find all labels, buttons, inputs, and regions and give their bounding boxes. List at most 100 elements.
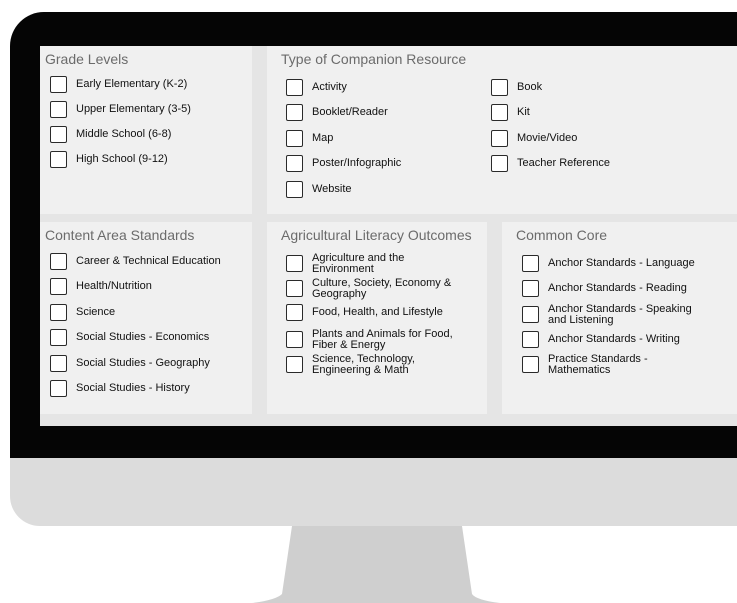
- checkbox-option[interactable]: Science, Technology, Engineering & Math: [286, 354, 462, 375]
- checkbox[interactable]: [50, 355, 67, 372]
- checkbox[interactable]: [286, 181, 303, 198]
- checkbox-option[interactable]: Website: [286, 181, 352, 198]
- checkbox[interactable]: [50, 126, 67, 143]
- checkbox[interactable]: [50, 329, 67, 346]
- checkbox[interactable]: [522, 255, 539, 272]
- checkbox[interactable]: [522, 331, 539, 348]
- checkbox-option[interactable]: Map: [286, 130, 333, 147]
- ag-literacy-panel: Agricultural Literacy Outcomes Agricultu…: [267, 222, 487, 414]
- option-label: Teacher Reference: [517, 157, 610, 169]
- monitor-stand: [252, 526, 500, 603]
- checkbox[interactable]: [491, 79, 508, 96]
- option-label: Anchor Standards - Speaking and Listenin…: [548, 303, 692, 326]
- checkbox-option[interactable]: Science: [50, 304, 115, 321]
- checkbox[interactable]: [286, 255, 303, 272]
- checkbox-option[interactable]: Anchor Standards - Writing: [522, 331, 680, 348]
- checkbox[interactable]: [286, 130, 303, 147]
- option-label: Booklet/Reader: [312, 106, 388, 118]
- option-label: Science, Technology, Engineering & Math: [312, 353, 415, 376]
- checkbox-option[interactable]: Kit: [491, 104, 530, 121]
- checkbox[interactable]: [491, 155, 508, 172]
- monitor-chin: [10, 458, 737, 526]
- checkbox-option[interactable]: Plants and Animals for Food, Fiber & Ene…: [286, 329, 462, 350]
- checkbox[interactable]: [286, 304, 303, 321]
- checkbox-option[interactable]: Social Studies - Economics: [50, 329, 209, 346]
- checkbox[interactable]: [50, 278, 67, 295]
- checkbox[interactable]: [50, 253, 67, 270]
- option-label: Book: [517, 81, 543, 93]
- option-label: Health/Nutrition: [76, 280, 152, 292]
- companion-resource-panel: Type of Companion Resource Activity Book…: [267, 46, 737, 214]
- checkbox-option[interactable]: Early Elementary (K-2): [50, 76, 187, 93]
- option-label: Activity: [312, 81, 347, 93]
- option-label: Plants and Animals for Food, Fiber & Ene…: [312, 328, 453, 351]
- checkbox[interactable]: [522, 306, 539, 323]
- option-label: Movie/Video: [517, 132, 578, 144]
- checkbox-option[interactable]: Anchor Standards - Speaking and Listenin…: [522, 304, 698, 325]
- checkbox-option[interactable]: Teacher Reference: [491, 155, 610, 172]
- option-label: Map: [312, 132, 334, 144]
- checkbox[interactable]: [50, 304, 67, 321]
- option-label: Kit: [517, 106, 530, 118]
- checkbox[interactable]: [286, 79, 303, 96]
- panel-title: Common Core: [516, 227, 608, 243]
- grade-levels-panel: Grade Levels Early Elementary (K-2) Uppe…: [40, 46, 252, 214]
- option-label: Early Elementary (K-2): [76, 78, 188, 90]
- filter-screen: Grade Levels Early Elementary (K-2) Uppe…: [40, 46, 737, 426]
- checkbox[interactable]: [50, 76, 67, 93]
- option-label: Social Studies - History: [76, 382, 190, 394]
- checkbox-option[interactable]: Anchor Standards - Language: [522, 255, 695, 272]
- option-label: Social Studies - Geography: [76, 357, 210, 369]
- checkbox-option[interactable]: Practice Standards - Mathematics: [522, 354, 698, 375]
- checkbox[interactable]: [286, 104, 303, 121]
- checkbox-option[interactable]: Food, Health, and Lifestyle: [286, 304, 443, 321]
- panel-title: Content Area Standards: [45, 227, 195, 243]
- checkbox-option[interactable]: High School (9-12): [50, 151, 168, 168]
- option-label: Agriculture and the Environment: [312, 252, 405, 275]
- option-label: Middle School (6-8): [76, 128, 172, 140]
- checkbox-option[interactable]: Activity: [286, 79, 347, 96]
- checkbox-option[interactable]: Social Studies - Geography: [50, 355, 210, 372]
- option-label: Social Studies - Economics: [76, 331, 210, 343]
- option-label: High School (9-12): [76, 153, 168, 165]
- panel-title: Type of Companion Resource: [281, 51, 467, 67]
- option-label: Anchor Standards - Writing: [548, 333, 680, 345]
- option-label: Culture, Society, Economy & Geography: [312, 277, 452, 300]
- option-label: Food, Health, and Lifestyle: [312, 306, 443, 318]
- option-label: Career & Technical Education: [76, 255, 221, 267]
- common-core-panel: Common Core Anchor Standards - Language …: [502, 222, 737, 414]
- checkbox[interactable]: [522, 356, 539, 373]
- panel-title: Agricultural Literacy Outcomes: [281, 227, 472, 243]
- checkbox[interactable]: [50, 151, 67, 168]
- option-label: Anchor Standards - Language: [548, 257, 695, 269]
- checkbox-option[interactable]: Social Studies - History: [50, 380, 190, 397]
- checkbox[interactable]: [50, 101, 67, 118]
- checkbox[interactable]: [286, 331, 303, 348]
- checkbox[interactable]: [286, 155, 303, 172]
- checkbox-option[interactable]: Poster/Infographic: [286, 155, 401, 172]
- checkbox-option[interactable]: Career & Technical Education: [50, 253, 221, 270]
- panel-title: Grade Levels: [45, 51, 129, 67]
- checkbox[interactable]: [522, 280, 539, 297]
- content-area-panel: Content Area Standards Career & Technica…: [40, 222, 252, 414]
- checkbox-option[interactable]: Middle School (6-8): [50, 126, 171, 143]
- checkbox[interactable]: [491, 104, 508, 121]
- option-label: Practice Standards - Mathematics: [548, 353, 648, 376]
- checkbox-option[interactable]: Upper Elementary (3-5): [50, 101, 191, 118]
- checkbox[interactable]: [491, 130, 508, 147]
- checkbox-option[interactable]: Culture, Society, Economy & Geography: [286, 278, 462, 299]
- option-label: Poster/Infographic: [312, 157, 402, 169]
- option-label: Anchor Standards - Reading: [548, 282, 687, 294]
- checkbox-option[interactable]: Movie/Video: [491, 130, 577, 147]
- checkbox-option[interactable]: Anchor Standards - Reading: [522, 280, 687, 297]
- checkbox-option[interactable]: Health/Nutrition: [50, 278, 152, 295]
- option-label: Website: [312, 183, 352, 195]
- checkbox[interactable]: [50, 380, 67, 397]
- checkbox-option[interactable]: Agriculture and the Environment: [286, 253, 462, 274]
- checkbox[interactable]: [286, 356, 303, 373]
- checkbox[interactable]: [286, 280, 303, 297]
- option-label: Science: [76, 306, 116, 318]
- checkbox-option[interactable]: Booklet/Reader: [286, 104, 388, 121]
- checkbox-option[interactable]: Book: [491, 79, 542, 96]
- option-label: Upper Elementary (3-5): [76, 103, 191, 115]
